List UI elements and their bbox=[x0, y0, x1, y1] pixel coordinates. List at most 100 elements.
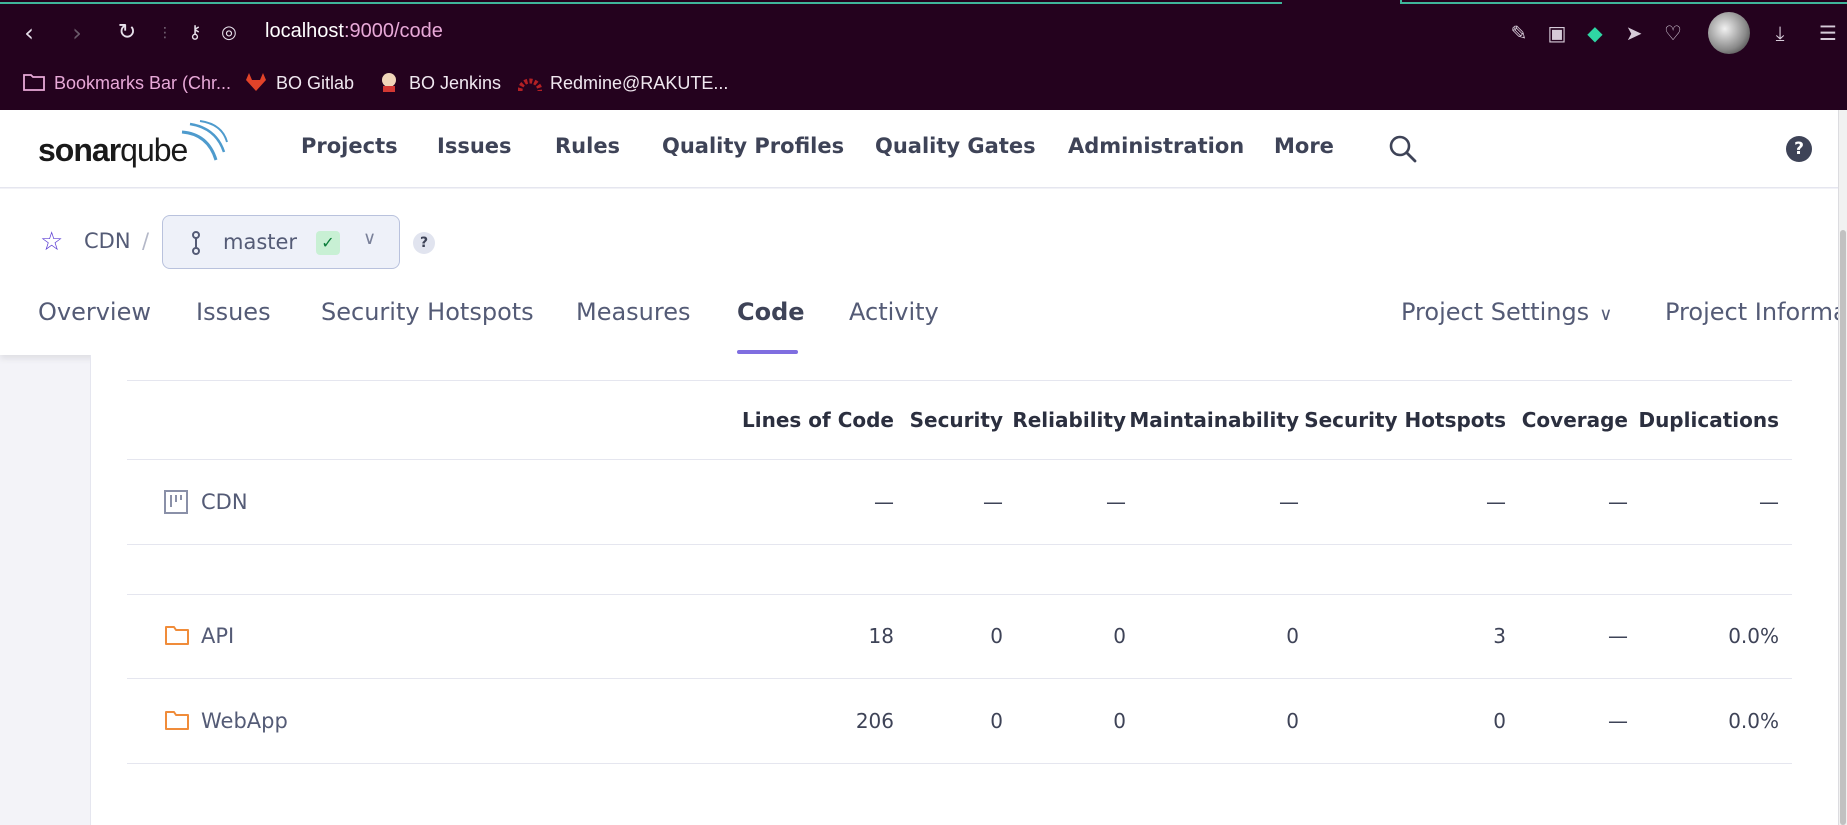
sonarqube-header: sonarqube Projects Issues Rules Quality … bbox=[0, 110, 1838, 188]
key-icon[interactable]: ⚷ bbox=[180, 18, 210, 48]
project-bar: ☆ CDN / master ✓ ∨ ? Overview Issues Sec… bbox=[0, 189, 1847, 355]
send-icon[interactable]: ➤ bbox=[1621, 20, 1647, 46]
project-settings-label: Project Settings bbox=[1401, 298, 1590, 326]
download-icon[interactable]: ⤓ bbox=[1767, 20, 1793, 46]
bookmark-gitlab[interactable]: BO Gitlab bbox=[244, 71, 354, 94]
bookmark-jenkins[interactable]: BO Jenkins bbox=[377, 71, 501, 94]
nav-quality-profiles[interactable]: Quality Profiles bbox=[662, 134, 844, 158]
shield-icon[interactable]: ◆ bbox=[1582, 20, 1608, 46]
col-maintainability[interactable]: Maintainability bbox=[1129, 408, 1299, 432]
favorite-star-icon[interactable]: ☆ bbox=[40, 227, 63, 257]
cell-maintainability[interactable]: 0 bbox=[1286, 624, 1299, 648]
chevron-down-icon: ∨ bbox=[1599, 304, 1613, 325]
reload-icon[interactable]: ↻ bbox=[112, 18, 142, 48]
scrollbar-thumb[interactable] bbox=[1840, 230, 1846, 825]
row-name[interactable]: API bbox=[201, 624, 234, 648]
bookmark-label: Redmine@RAKUTE... bbox=[550, 73, 729, 93]
quality-gate-passed-icon: ✓ bbox=[316, 231, 340, 255]
table-divider bbox=[127, 678, 1792, 679]
nav-projects[interactable]: Projects bbox=[301, 134, 398, 158]
col-lines-of-code[interactable]: Lines of Code bbox=[742, 408, 894, 432]
tab-overview[interactable]: Overview bbox=[38, 298, 151, 326]
tab-security-hotspots[interactable]: Security Hotspots bbox=[321, 298, 534, 326]
row-name[interactable]: CDN bbox=[201, 490, 248, 514]
chevron-down-icon: ∨ bbox=[363, 228, 377, 249]
tab-measures[interactable]: Measures bbox=[576, 298, 691, 326]
bookmark-folder[interactable]: Bookmarks Bar (Chr... bbox=[22, 71, 231, 94]
nav-more[interactable]: More bbox=[1274, 134, 1334, 158]
settings-sliders-icon[interactable]: ☰ bbox=[1815, 20, 1841, 46]
url-path: :9000/code bbox=[343, 20, 443, 42]
cell-coverage: — bbox=[1608, 490, 1628, 514]
col-security[interactable]: Security bbox=[910, 408, 1003, 432]
url-host: localhost bbox=[265, 20, 344, 42]
nav-administration[interactable]: Administration bbox=[1068, 134, 1244, 158]
logo-text: sonar bbox=[38, 132, 121, 168]
gitlab-icon bbox=[246, 73, 266, 91]
branch-selector[interactable]: master ✓ ∨ bbox=[162, 215, 400, 269]
profile-avatar[interactable] bbox=[1708, 12, 1750, 54]
row-name[interactable]: WebApp bbox=[201, 709, 288, 733]
search-icon[interactable] bbox=[1388, 134, 1418, 164]
cell-lines-of-code: 18 bbox=[868, 624, 894, 648]
heart-icon[interactable]: ♡ bbox=[1660, 20, 1686, 46]
branch-name: master bbox=[223, 230, 298, 254]
table-divider bbox=[127, 380, 1792, 381]
cell-security-hotspots[interactable]: 3 bbox=[1493, 624, 1506, 648]
tab-issues[interactable]: Issues bbox=[196, 298, 271, 326]
camera-icon[interactable]: ▣ bbox=[1544, 20, 1570, 46]
tab-indicator bbox=[0, 0, 1282, 4]
col-reliability[interactable]: Reliability bbox=[1012, 408, 1126, 432]
tab-code[interactable]: Code bbox=[737, 298, 805, 326]
sonar-waves-icon bbox=[181, 120, 228, 161]
cell-reliability[interactable]: 0 bbox=[1113, 709, 1126, 733]
cell-duplications[interactable]: 0.0% bbox=[1728, 709, 1779, 733]
cell-reliability[interactable]: 0 bbox=[1113, 624, 1126, 648]
col-duplications[interactable]: Duplications bbox=[1638, 408, 1779, 432]
cell-maintainability[interactable]: 0 bbox=[1286, 709, 1299, 733]
browser-toolbar: ‹ › ↻ ⋮ ⚷ ◎ localhost:9000/code ✎ ▣ ◆ ➤ … bbox=[0, 0, 1847, 110]
project-information-link[interactable]: Project Informa bbox=[1665, 298, 1847, 326]
nav-issues[interactable]: Issues bbox=[437, 134, 512, 158]
project-settings-menu[interactable]: Project Settings ∨ bbox=[1401, 298, 1612, 326]
cell-lines-of-code: 206 bbox=[855, 709, 894, 733]
cell-maintainability: — bbox=[1279, 490, 1299, 514]
tab-activity[interactable]: Activity bbox=[849, 298, 939, 326]
globe-icon[interactable]: ◎ bbox=[214, 18, 244, 48]
bookmark-redmine[interactable]: Redmine@RAKUTE... bbox=[518, 71, 728, 94]
redmine-icon bbox=[518, 78, 542, 92]
cell-security-hotspots: — bbox=[1486, 490, 1506, 514]
nav-quality-gates[interactable]: Quality Gates bbox=[875, 134, 1036, 158]
cell-duplications: — bbox=[1759, 490, 1779, 514]
project-breadcrumb[interactable]: CDN bbox=[84, 229, 131, 253]
jenkins-icon bbox=[382, 73, 396, 92]
table-divider bbox=[127, 763, 1792, 764]
divider-icon: ⋮ bbox=[158, 25, 172, 41]
address-bar[interactable]: localhost:9000/code bbox=[265, 20, 443, 43]
forward-icon[interactable]: › bbox=[62, 18, 92, 48]
table-divider bbox=[127, 544, 1792, 545]
cell-lines-of-code: — bbox=[874, 490, 894, 514]
folder-icon bbox=[165, 711, 189, 730]
edit-icon[interactable]: ✎ bbox=[1506, 20, 1532, 46]
folder-icon bbox=[165, 626, 189, 645]
folder-icon bbox=[23, 74, 45, 91]
active-tab-indicator bbox=[737, 350, 798, 354]
bookmark-label: BO Jenkins bbox=[409, 73, 502, 93]
cell-security: — bbox=[983, 490, 1003, 514]
branch-icon bbox=[192, 231, 200, 255]
branch-help-icon[interactable]: ? bbox=[413, 232, 435, 254]
cell-security[interactable]: 0 bbox=[990, 709, 1003, 733]
col-security-hotspots[interactable]: Security Hotspots bbox=[1304, 408, 1506, 432]
sonarqube-logo[interactable]: sonarqube bbox=[38, 132, 188, 169]
cell-duplications[interactable]: 0.0% bbox=[1728, 624, 1779, 648]
cell-security[interactable]: 0 bbox=[990, 624, 1003, 648]
nav-rules[interactable]: Rules bbox=[555, 134, 620, 158]
bookmark-label: BO Gitlab bbox=[276, 73, 355, 93]
project-icon bbox=[164, 490, 188, 514]
cell-security-hotspots[interactable]: 0 bbox=[1493, 709, 1506, 733]
col-coverage[interactable]: Coverage bbox=[1522, 408, 1628, 432]
back-icon[interactable]: ‹ bbox=[14, 18, 44, 48]
help-icon[interactable]: ? bbox=[1786, 136, 1812, 162]
breadcrumb-separator: / bbox=[142, 229, 150, 253]
